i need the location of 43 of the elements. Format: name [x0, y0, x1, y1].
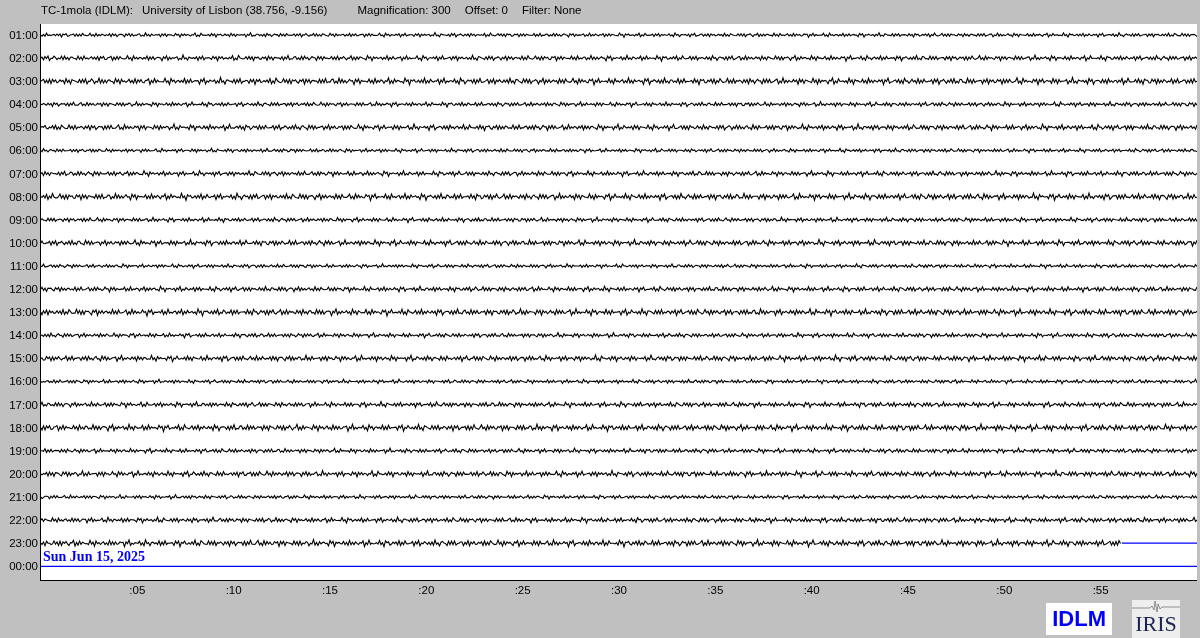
hour-label: 23:00 — [8, 536, 39, 552]
minute-tick-label: :30 — [611, 584, 627, 596]
filter-label: Filter: None — [522, 4, 582, 16]
station-location: University of Lisbon (38.756, -9.156) — [142, 4, 328, 16]
hour-label: 00:00 — [8, 559, 39, 575]
hour-label: 22:00 — [8, 512, 39, 528]
minute-tick-label: :45 — [900, 584, 916, 596]
date-label: Sun Jun 15, 2025 — [43, 549, 145, 566]
minute-tick-label: :40 — [803, 584, 820, 596]
minute-tick-label: :35 — [707, 584, 724, 596]
hour-label: 17:00 — [8, 397, 39, 413]
minute-tick-label: :25 — [514, 584, 531, 596]
hour-label: 19:00 — [8, 443, 39, 459]
hour-label: 08:00 — [8, 189, 39, 205]
hour-label: 21:00 — [8, 489, 39, 505]
hour-label: 16:00 — [8, 374, 39, 390]
hour-label: 02:00 — [8, 51, 39, 67]
hour-label: 10:00 — [8, 235, 39, 251]
hour-label: 01:00 — [8, 28, 39, 43]
hour-label: 07:00 — [8, 166, 39, 182]
minute-tick-label: :15 — [322, 584, 338, 596]
hour-label: 11:00 — [9, 258, 39, 274]
hour-label: 06:00 — [8, 143, 39, 159]
organization-logo: IRIS — [1132, 600, 1180, 638]
minute-tick-label: :10 — [225, 584, 242, 596]
magnification-label: Magnification: 300 — [357, 4, 451, 16]
hour-label: 14:00 — [8, 328, 39, 344]
offset-label: Offset: 0 — [464, 4, 508, 16]
hour-label: 12:00 — [8, 282, 39, 298]
hour-label: 20:00 — [8, 466, 39, 482]
hour-label: 09:00 — [8, 212, 39, 228]
hour-label: 15:00 — [8, 351, 39, 367]
minute-tick-label: :05 — [129, 584, 146, 596]
minute-tick-label: :20 — [418, 584, 435, 596]
network-logo: IDLM — [1046, 603, 1112, 635]
hour-label: 18:00 — [8, 420, 39, 436]
minute-tick-label: :55 — [1092, 584, 1109, 596]
hour-label: 05:00 — [8, 120, 39, 136]
hour-label: 03:00 — [8, 74, 39, 90]
hour-label: 13:00 — [8, 305, 39, 321]
station-name: TC-1mola (IDLM): — [41, 4, 133, 16]
minute-tick-label: :50 — [996, 584, 1013, 596]
hour-label: 04:00 — [8, 97, 39, 113]
